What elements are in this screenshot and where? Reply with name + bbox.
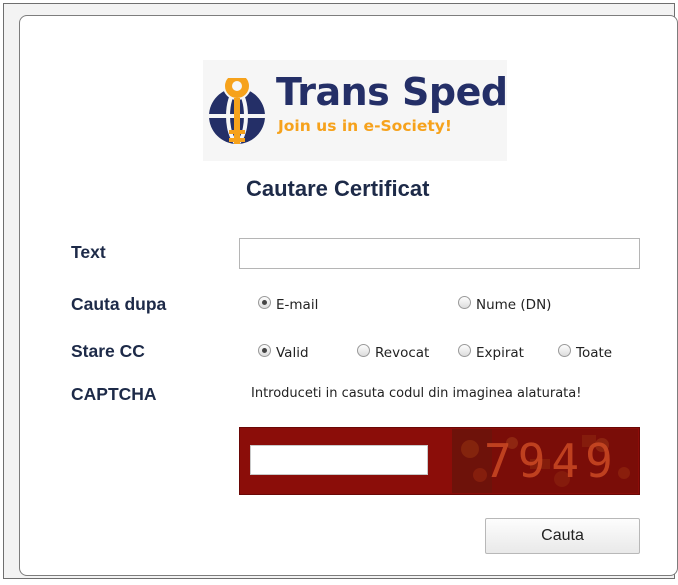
search-text-input[interactable] xyxy=(239,238,640,269)
radio-revoked-label: Revocat xyxy=(375,345,430,361)
captcha-code: 7949 xyxy=(484,434,619,488)
radio-expired-circle[interactable] xyxy=(458,343,471,357)
logo-brand-text: Trans Sped xyxy=(276,70,508,114)
radio-all-circle[interactable] xyxy=(558,343,571,357)
radio-expired-label: Expirat xyxy=(476,345,524,361)
radio-email-label: E-mail xyxy=(276,297,319,313)
radio-name-dn-label: Nume (DN) xyxy=(476,297,552,313)
captcha-area: 7949 xyxy=(239,427,640,495)
search-button[interactable]: Cauta xyxy=(485,518,640,554)
radio-name-dn[interactable]: Nume (DN) xyxy=(458,295,552,313)
search-by-label: Cauta dupa xyxy=(71,294,167,314)
radio-valid-circle[interactable] xyxy=(258,343,271,357)
radio-expired[interactable]: Expirat xyxy=(458,343,524,361)
trans-sped-logo: Trans Sped Join us in e-Society! xyxy=(203,60,508,161)
key-globe-icon xyxy=(209,78,265,146)
captcha-input[interactable] xyxy=(250,445,428,475)
radio-revoked[interactable]: Revocat xyxy=(357,343,430,361)
captcha-image: 7949 xyxy=(452,429,638,493)
radio-revoked-circle[interactable] xyxy=(357,343,370,357)
radio-name-dn-circle[interactable] xyxy=(458,295,471,309)
radio-valid-label: Valid xyxy=(276,345,309,361)
radio-email-circle[interactable] xyxy=(258,295,271,309)
captcha-label: CAPTCHA xyxy=(71,384,157,404)
status-label: Stare CC xyxy=(71,341,145,361)
radio-valid[interactable]: Valid xyxy=(258,343,309,361)
captcha-hint: Introduceti in casuta codul din imaginea… xyxy=(251,386,582,401)
radio-email[interactable]: E-mail xyxy=(258,295,319,313)
page-title: Cautare Certificat xyxy=(246,176,430,201)
logo-tagline: Join us in e-Society! xyxy=(278,117,452,135)
radio-all-label: Toate xyxy=(576,345,613,361)
text-label: Text xyxy=(71,242,106,262)
radio-all[interactable]: Toate xyxy=(558,343,613,361)
